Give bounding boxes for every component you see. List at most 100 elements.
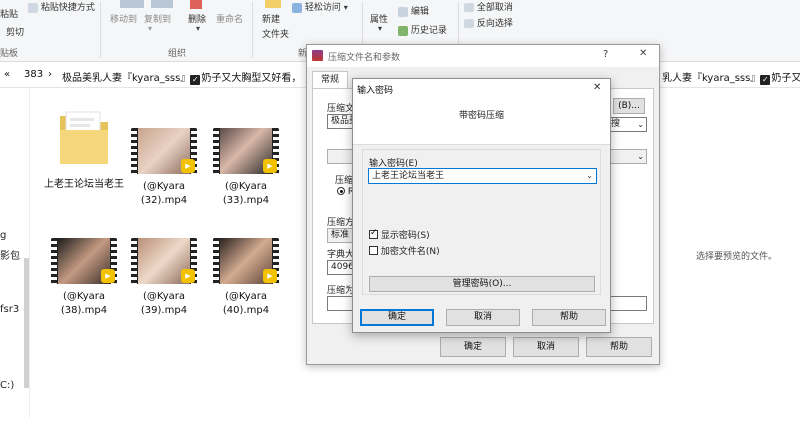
history-icon	[398, 25, 408, 36]
video-thumbnail: ▶	[213, 238, 279, 284]
file-name: (@Kyara (40).mp4	[222, 291, 270, 316]
edit-label: 编辑	[410, 7, 429, 17]
paste-button[interactable]: 粘贴	[0, 7, 18, 20]
manage-passwords-button[interactable]: 管理密码(O)...	[369, 276, 595, 292]
copy-to-icon	[151, 0, 173, 8]
breadcrumb-folder[interactable]: 极品美乳人妻『kyara_sss』 ✓ 奶子又大胸型又好看，	[62, 69, 301, 85]
archive-dialog-title: 压缩文件名和参数	[328, 53, 401, 63]
preview-hint: 选择要预览的文件。	[696, 252, 778, 262]
video-thumbnail: ▶	[51, 238, 117, 284]
nav-item[interactable]: fsr3	[0, 304, 19, 315]
breadcrumb-separator: ›	[48, 69, 52, 80]
move-to-button[interactable]: 移动到	[110, 12, 137, 25]
screen: 粘贴 粘贴快捷方式 剪切 贴板 移动到 复制到 ▾ 删除 ▾ 重命名 组织 新建…	[0, 0, 800, 423]
edit-button[interactable]: 编辑	[398, 4, 429, 17]
password-header-panel: 带密码压缩	[353, 99, 610, 145]
password-input[interactable]: 上老王论坛当老王 ⌄	[368, 168, 597, 184]
checkbox-unchecked-icon	[369, 246, 378, 255]
password-ok-button[interactable]: 确定	[360, 309, 434, 326]
new-folder-button[interactable]: 新建 文件夹	[262, 12, 289, 40]
easy-access-label: 轻松访问	[304, 3, 341, 13]
dictionary-size-label: 字典大	[327, 250, 355, 260]
nav-item[interactable]: 影包	[0, 247, 20, 262]
password-help-button[interactable]: 帮助	[532, 309, 606, 326]
password-cancel-button[interactable]: 取消	[446, 309, 520, 326]
new-folder-label-2: 文件夹	[262, 30, 290, 40]
player-badge-icon: ▶	[101, 269, 115, 283]
cut-button[interactable]: 剪切	[6, 25, 24, 38]
password-dialog-titlebar[interactable]: 输入密码 ✕	[353, 79, 610, 99]
password-value: 上老王论坛当老王	[372, 171, 445, 181]
player-badge-icon: ▶	[181, 269, 195, 283]
close-icon[interactable]: ✕	[639, 48, 647, 59]
show-password-label: 显示密码(S)	[380, 231, 430, 241]
encrypt-filenames-label: 加密文件名(N)	[380, 247, 440, 257]
select-none-icon	[464, 3, 474, 12]
radio-icon	[337, 187, 345, 195]
nav-item[interactable]: C:)	[0, 380, 14, 391]
password-dialog-title: 输入密码	[357, 86, 394, 96]
chevron-down-icon[interactable]: ▾	[196, 24, 200, 33]
help-icon[interactable]: ?	[603, 49, 608, 60]
ribbon-divider	[252, 2, 253, 58]
film-strip	[51, 238, 57, 284]
show-password-checkbox[interactable]: 显示密码(S)	[369, 228, 430, 241]
checkbox-checked-icon	[369, 228, 378, 239]
archive-help-button[interactable]: 帮助	[586, 337, 652, 357]
encrypt-filenames-checkbox[interactable]: 加密文件名(N)	[369, 244, 440, 257]
chevron-down-icon[interactable]: ▾	[378, 24, 382, 33]
browse-button[interactable]: (B)...	[613, 98, 645, 114]
nav-scrollbar-thumb[interactable]	[24, 258, 29, 388]
file-name: (@Kyara (33).mp4	[222, 181, 270, 206]
nav-item[interactable]: g	[0, 230, 6, 241]
invert-selection-label: 反向选择	[476, 19, 513, 29]
paste-shortcut-button[interactable]: 粘贴快捷方式	[28, 0, 95, 13]
archive-name-label: 压缩文	[327, 104, 355, 114]
select-none-button[interactable]: 全部取消	[464, 0, 513, 13]
invert-selection-button[interactable]: 反向选择	[464, 16, 513, 29]
archive-ok-button[interactable]: 确定	[440, 337, 506, 357]
edit-icon	[398, 6, 408, 17]
delete-icon	[190, 0, 202, 9]
profile-select-right[interactable]: ⌄	[609, 149, 647, 164]
folder-icon	[265, 0, 281, 8]
player-badge-icon: ▶	[181, 159, 195, 173]
file-name: (@Kyara (32).mp4	[140, 181, 188, 206]
ribbon-divider	[100, 2, 101, 58]
film-strip	[131, 238, 137, 284]
video-thumbnail: ▶	[213, 128, 279, 174]
history-button[interactable]: 历史记录	[398, 23, 447, 36]
close-icon[interactable]: ✕	[593, 82, 601, 93]
film-strip	[213, 128, 219, 174]
address-tail-a: 乳人妻『kyara_sss』	[662, 73, 761, 84]
password-group: 输入密码(E) 上老王论坛当老王 ⌄ 显示密码(S) 加密文件名(N) 管理密码…	[362, 149, 601, 295]
archive-dialog-titlebar[interactable]: 压缩文件名和参数 ? ✕	[307, 45, 659, 67]
history-arrows[interactable]: «	[4, 69, 10, 80]
archive-cancel-button[interactable]: 取消	[513, 337, 579, 357]
player-badge-icon: ▶	[263, 269, 277, 283]
tab-general[interactable]: 常规	[312, 71, 348, 89]
easy-access-button[interactable]: 轻松访问 ▾	[292, 0, 348, 13]
chevron-down-icon[interactable]: ▾	[148, 24, 152, 33]
shortcut-icon	[28, 2, 38, 13]
folder-icon	[60, 111, 108, 164]
video-thumbnail: ▶	[131, 128, 197, 174]
breadcrumb-383[interactable]: 383	[24, 69, 43, 80]
easy-access-icon	[292, 2, 302, 13]
video-thumbnail: ▶	[131, 238, 197, 284]
compression-method-label: 压缩方	[327, 218, 355, 228]
password-dialog: 输入密码 ✕ 带密码压缩 输入密码(E) 上老王论坛当老王 ⌄ 显示密码(S) …	[352, 78, 611, 333]
check-icon: ✓	[760, 75, 771, 85]
player-badge-icon: ▶	[263, 159, 277, 173]
address-tail: 乳人妻『kyara_sss』✓奶子又大	[662, 69, 800, 85]
check-icon: ✓	[190, 75, 201, 85]
split-volumes-input-right[interactable]	[609, 296, 647, 311]
chevron-down-icon[interactable]: ⌄	[586, 169, 593, 183]
chevron-down-icon: ▾	[343, 3, 348, 12]
invert-selection-icon	[464, 19, 474, 28]
rename-button[interactable]: 重命名	[216, 12, 243, 25]
new-folder-label-1: 新建	[262, 15, 281, 25]
update-mode-select[interactable]: 搜 ⌄	[609, 117, 647, 132]
history-label: 历史记录	[410, 26, 447, 36]
update-mode-value: 搜	[611, 119, 621, 129]
